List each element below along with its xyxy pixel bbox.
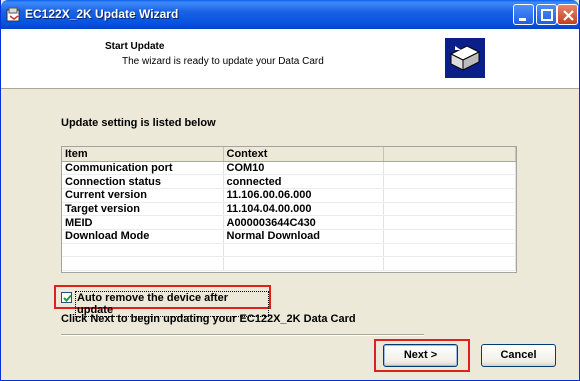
next-button[interactable]: Next >	[383, 344, 458, 367]
column-header-blank	[383, 147, 516, 162]
table-row[interactable]: Download Mode Normal Download	[62, 229, 516, 244]
row-context: connected	[223, 174, 384, 189]
row-item: Target version	[62, 202, 224, 217]
row-context: Normal Download	[223, 229, 384, 244]
table-row[interactable]: MEID A000003644C430	[62, 215, 516, 230]
update-card-icon	[445, 38, 485, 78]
column-header-item[interactable]: Item	[62, 147, 224, 162]
table-row[interactable]: Target version 11.104.04.00.000	[62, 202, 516, 217]
table-row-empty	[62, 256, 516, 271]
table-row[interactable]: Current version 11.106.00.06.000	[62, 188, 516, 203]
settings-heading: Update setting is listed below	[61, 117, 216, 129]
cancel-button-label: Cancel	[500, 349, 537, 361]
next-button-label: Next >	[403, 349, 438, 361]
settings-list[interactable]: Item Context Communication port COM10 Con…	[61, 146, 517, 273]
maximize-button[interactable]	[536, 4, 557, 25]
row-context: 11.104.04.00.000	[223, 202, 384, 217]
row-item: Communication port	[62, 161, 224, 176]
row-item: Connection status	[62, 174, 224, 189]
cancel-button[interactable]: Cancel	[481, 344, 556, 367]
auto-remove-option[interactable]: Auto remove the device after update	[54, 285, 271, 317]
row-context: A000003644C430	[223, 215, 384, 230]
header-subtitle: The wizard is ready to update your Data …	[122, 56, 324, 67]
divider	[61, 334, 424, 336]
update-wizard-window: EC122X_2K Update Wizard Start Update The…	[0, 0, 580, 381]
auto-remove-checkbox[interactable]	[61, 292, 72, 303]
title-bar[interactable]: EC122X_2K Update Wizard	[1, 0, 579, 29]
table-row[interactable]: Communication port COM10	[62, 161, 516, 176]
app-icon	[6, 7, 22, 23]
column-header-context[interactable]: Context	[223, 147, 384, 162]
row-item: MEID	[62, 215, 224, 230]
wizard-header: Start Update The wizard is ready to upda…	[1, 29, 579, 89]
row-context: COM10	[223, 161, 384, 176]
instruction-text: Click Next to begin updating your EC122X…	[61, 313, 356, 325]
close-button[interactable]	[557, 4, 578, 25]
minimize-button[interactable]	[513, 4, 534, 25]
header-title: Start Update	[105, 41, 165, 52]
row-item: Download Mode	[62, 229, 224, 244]
window-title: EC122X_2K Update Wizard	[25, 7, 179, 21]
row-context: 11.106.00.06.000	[223, 188, 384, 203]
row-item: Current version	[62, 188, 224, 203]
table-row-empty	[62, 243, 516, 258]
table-row[interactable]: Connection status connected	[62, 174, 516, 189]
